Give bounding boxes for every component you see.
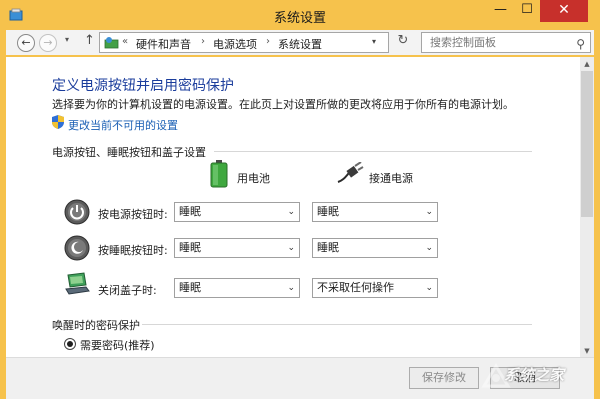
sleep-button-plugged-select[interactable]: 睡眠 ⌄ xyxy=(312,238,438,258)
section-divider xyxy=(214,151,532,152)
search-icon[interactable]: ⚲ xyxy=(576,35,585,54)
title-bar: 系统设置 — ☐ ✕ xyxy=(0,0,600,30)
maximize-button[interactable]: ☐ xyxy=(514,0,540,22)
section-divider xyxy=(142,324,532,325)
power-plug-icon xyxy=(337,162,364,183)
recent-pages-dropdown[interactable]: ▾ xyxy=(65,35,69,44)
scroll-up-arrow-icon[interactable]: ▲ xyxy=(580,57,594,71)
breadcrumb-system-settings[interactable]: 系统设置 xyxy=(278,36,322,52)
scroll-down-arrow-icon[interactable]: ▼ xyxy=(580,345,594,357)
select-value: 睡眠 xyxy=(317,205,339,218)
breadcrumb-overflow[interactable]: « xyxy=(122,36,128,47)
power-button-icon xyxy=(64,199,90,225)
select-value: 睡眠 xyxy=(317,241,339,254)
close-lid-battery-select[interactable]: 睡眠 ⌄ xyxy=(174,278,300,298)
breadcrumb-separator[interactable]: › xyxy=(266,36,270,47)
power-button-label: 按电源按钮时: xyxy=(98,208,168,221)
sleep-button-label: 按睡眠按钮时: xyxy=(98,244,168,257)
save-changes-button[interactable]: 保存修改 xyxy=(409,367,479,389)
search-placeholder: 搜索控制面板 xyxy=(430,36,496,49)
vertical-scrollbar[interactable]: ▲ ▼ xyxy=(580,57,594,357)
chevron-down-icon: ⌄ xyxy=(287,283,295,293)
battery-icon xyxy=(210,160,228,188)
control-panel-icon xyxy=(104,37,119,49)
close-lid-label: 关闭盖子时: xyxy=(98,284,157,297)
power-button-plugged-select[interactable]: 睡眠 ⌄ xyxy=(312,202,438,222)
breadcrumb-power-options[interactable]: 电源选项 xyxy=(213,36,257,52)
select-value: 睡眠 xyxy=(179,281,201,294)
section-heading-power-buttons: 电源按钮、睡眠按钮和盖子设置 xyxy=(52,146,206,159)
address-bar[interactable]: « 硬件和声音 › 电源选项 › 系统设置 ▾ xyxy=(99,32,389,53)
forward-button[interactable]: → xyxy=(39,34,57,52)
select-value: 睡眠 xyxy=(179,241,201,254)
page-title: 定义电源按钮并启用密码保护 xyxy=(52,78,234,94)
section-heading-password: 唤醒时的密码保护 xyxy=(52,319,140,332)
column-heading-plugged-in: 接通电源 xyxy=(369,172,413,185)
watermark-text: 系统之家 xyxy=(504,366,565,384)
close-button[interactable]: ✕ xyxy=(540,0,588,22)
back-button[interactable]: ← xyxy=(17,34,35,52)
chevron-down-icon: ⌄ xyxy=(287,207,295,217)
window-frame-right xyxy=(594,30,600,399)
navigation-inner: ← → ▾ ↑ « 硬件和声音 › 电源选项 › 系统设置 ▾ ↻ 搜索控制面板… xyxy=(6,30,594,55)
close-lid-plugged-select[interactable]: 不采取任何操作 ⌄ xyxy=(312,278,438,298)
power-button-battery-select[interactable]: 睡眠 ⌄ xyxy=(174,202,300,222)
chevron-down-icon: ⌄ xyxy=(425,283,433,293)
select-value: 不采取任何操作 xyxy=(317,281,394,294)
uac-shield-icon xyxy=(52,115,64,129)
chevron-down-icon: ⌄ xyxy=(425,243,433,253)
address-history-dropdown[interactable]: ▾ xyxy=(372,37,376,46)
navigation-bar: ← → ▾ ↑ « 硬件和声音 › 电源选项 › 系统设置 ▾ ↻ 搜索控制面板… xyxy=(0,30,600,57)
chevron-down-icon: ⌄ xyxy=(287,243,295,253)
search-input[interactable]: 搜索控制面板 ⚲ xyxy=(421,32,591,53)
chevron-down-icon: ⌄ xyxy=(425,207,433,217)
laptop-lid-icon xyxy=(65,272,90,295)
page-description: 选择要为你的计算机设置的电源设置。在此页上对设置所做的更改将应用于你所有的电源计… xyxy=(52,98,514,111)
up-button[interactable]: ↑ xyxy=(84,33,95,48)
breadcrumb-hardware-sound[interactable]: 硬件和声音 xyxy=(136,36,191,52)
scroll-thumb[interactable] xyxy=(581,71,593,217)
change-unavailable-settings-link[interactable]: 更改当前不可用的设置 xyxy=(68,117,178,133)
select-value: 睡眠 xyxy=(179,205,201,218)
require-password-label[interactable]: 需要密码(推荐) xyxy=(80,337,155,353)
refresh-button[interactable]: ↻ xyxy=(392,33,414,54)
require-password-radio[interactable] xyxy=(64,338,76,350)
sleep-button-icon xyxy=(64,235,90,261)
sleep-button-battery-select[interactable]: 睡眠 ⌄ xyxy=(174,238,300,258)
breadcrumb-separator[interactable]: › xyxy=(201,36,205,47)
minimize-button[interactable]: — xyxy=(487,0,514,22)
column-heading-battery: 用电池 xyxy=(237,172,270,185)
